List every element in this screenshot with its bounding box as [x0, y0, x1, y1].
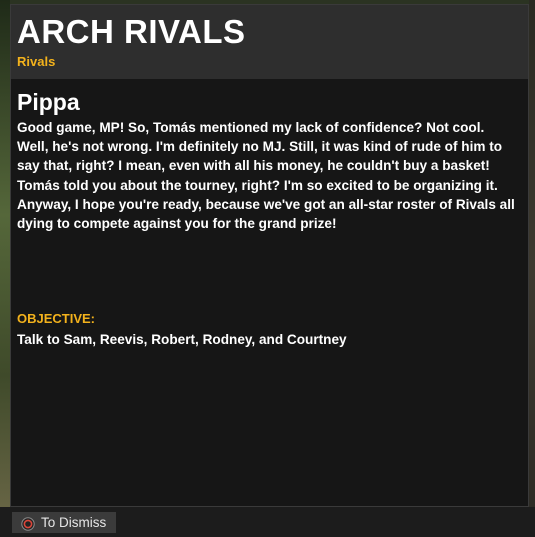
background-scenery-right — [529, 0, 535, 537]
quest-title: ARCH RIVALS — [17, 13, 246, 50]
dialogue-text: Good game, MP! So, Tomás mentioned my la… — [17, 120, 515, 232]
dismiss-button[interactable]: To Dismiss — [12, 512, 117, 533]
dismiss-label: To Dismiss — [41, 514, 107, 530]
objective-label: OBJECTIVE: — [17, 311, 96, 326]
quest-category: Rivals — [17, 54, 56, 69]
dialogue-panel: ARCH RIVALS Rivals Pippa Good game, MP! … — [10, 4, 529, 507]
background-scenery-left — [0, 0, 10, 537]
speaker-name: Pippa — [17, 89, 80, 115]
objective-text: Talk to Sam, Reevis, Robert, Rodney, and… — [17, 332, 347, 347]
panel-header: ARCH RIVALS Rivals — [11, 5, 528, 79]
circle-button-icon — [21, 516, 35, 531]
footer-bar: To Dismiss — [0, 507, 535, 537]
